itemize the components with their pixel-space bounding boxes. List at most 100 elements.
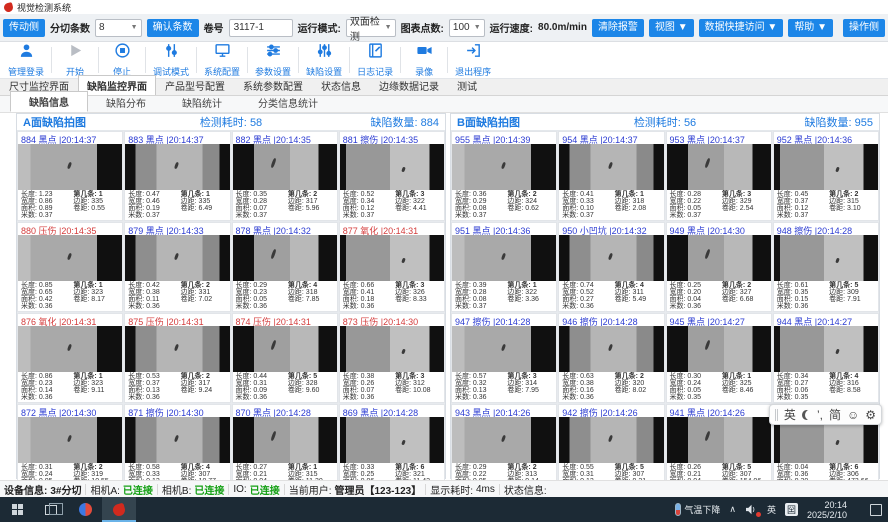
defect-cell-953[interactable]: 953 黑点 |20:14:37长度: 0.28宽度: 0.22面积: 0.05… bbox=[666, 131, 772, 221]
defect-thumbnail[interactable] bbox=[18, 235, 122, 281]
defect-thumbnail[interactable] bbox=[452, 144, 556, 190]
defect-cell-878[interactable]: 878 黑点 |20:14:32长度: 0.29宽度: 0.23面积: 0.05… bbox=[232, 222, 338, 312]
subtab-3[interactable]: 分类信息统计 bbox=[240, 93, 336, 112]
defect-cell-879[interactable]: 879 黑点 |20:14:33长度: 0.42宽度: 0.38面积: 0.11… bbox=[124, 222, 230, 312]
data-quick-access-button[interactable]: 数据快捷访问 ▼ bbox=[699, 19, 784, 37]
defect-cell-952[interactable]: 952 黑点 |20:14:36长度: 0.45宽度: 0.37面积: 0.12… bbox=[773, 131, 879, 221]
defect-cell-877[interactable]: 877 氧化 |20:14:31长度: 0.66宽度: 0.41面积: 0.18… bbox=[339, 222, 445, 312]
ime-grip-handle[interactable] bbox=[775, 409, 778, 421]
defect-thumbnail[interactable] bbox=[667, 235, 771, 281]
defect-cell-944[interactable]: 944 黑点 |20:14:27长度: 0.34宽度: 0.27面积: 0.06… bbox=[773, 313, 879, 403]
defect-cell-883[interactable]: 883 黑点 |20:14:37长度: 0.47宽度: 0.46面积: 0.19… bbox=[124, 131, 230, 221]
defect-cell-875[interactable]: 875 压伤 |20:14:31长度: 0.53宽度: 0.37面积: 0.13… bbox=[124, 313, 230, 403]
tab-5[interactable]: 边缘数据记录 bbox=[370, 75, 448, 95]
defect-cell-876[interactable]: 876 氧化 |20:14:31长度: 0.86宽度: 0.23面积: 0.14… bbox=[17, 313, 123, 403]
drive-side-button[interactable]: 传动侧 bbox=[3, 19, 45, 37]
ime-tray-icon[interactable]: 囶 bbox=[785, 503, 798, 516]
tab-3[interactable]: 系统参数配置 bbox=[234, 75, 312, 95]
action-journal-button[interactable]: 日志记录 bbox=[351, 41, 399, 79]
tab-4[interactable]: 状态信息 bbox=[312, 75, 370, 95]
view-menu-button[interactable]: 视图 ▼ bbox=[649, 19, 694, 37]
subtab-2[interactable]: 缺陷统计 bbox=[164, 93, 240, 112]
tab-2[interactable]: 产品型号配置 bbox=[156, 75, 234, 95]
defect-thumbnail[interactable] bbox=[452, 235, 556, 281]
defect-cell-882[interactable]: 882 黑点 |20:14:35长度: 0.35宽度: 0.28面积: 0.07… bbox=[232, 131, 338, 221]
defect-cell-874[interactable]: 874 压伤 |20:14:31长度: 0.44宽度: 0.31面积: 0.09… bbox=[232, 313, 338, 403]
defect-thumbnail[interactable] bbox=[18, 144, 122, 190]
run-mode-select[interactable]: 双面检测▼ bbox=[346, 19, 396, 37]
volume-button[interactable] bbox=[745, 504, 758, 515]
defect-thumbnail[interactable] bbox=[452, 326, 556, 372]
defect-cell-881[interactable]: 881 擦伤 |20:14:35长度: 0.52宽度: 0.34面积: 0.12… bbox=[339, 131, 445, 221]
emoji-icon[interactable]: ☺ bbox=[847, 409, 859, 421]
ime-lang-toggle[interactable]: 英 bbox=[784, 409, 796, 421]
defect-cell-873[interactable]: 873 压伤 |20:14:30长度: 0.38宽度: 0.26面积: 0.07… bbox=[339, 313, 445, 403]
gear-icon[interactable]: ⚙ bbox=[865, 409, 876, 421]
action-defect-sliders-button[interactable]: 缺陷设置 bbox=[300, 41, 348, 79]
defect-cell-950[interactable]: 950 小凹坑 |20:14:32长度: 0.74宽度: 0.52面积: 0.2… bbox=[558, 222, 664, 312]
defect-cell-949[interactable]: 949 黑点 |20:14:30长度: 0.25宽度: 0.20面积: 0.04… bbox=[666, 222, 772, 312]
defect-thumbnail[interactable] bbox=[667, 417, 771, 463]
defect-thumbnail[interactable] bbox=[559, 144, 663, 190]
action-params-sliders-button[interactable]: 参数设置 bbox=[249, 41, 297, 79]
task-view-button[interactable] bbox=[34, 497, 68, 522]
help-menu-button[interactable]: 帮助 ▼ bbox=[788, 19, 833, 37]
defect-thumbnail[interactable] bbox=[774, 144, 878, 190]
action-camera-button[interactable]: 录像 bbox=[402, 41, 446, 79]
defect-cell-945[interactable]: 945 黑点 |20:14:27长度: 0.30宽度: 0.24面积: 0.05… bbox=[666, 313, 772, 403]
defect-thumbnail[interactable] bbox=[233, 417, 337, 463]
defect-thumbnail[interactable] bbox=[559, 417, 663, 463]
confirm-count-button[interactable]: 确认条数 bbox=[147, 19, 199, 37]
action-play-button[interactable]: 开始 bbox=[53, 41, 97, 79]
defect-thumbnail[interactable] bbox=[125, 326, 229, 372]
defect-thumbnail[interactable] bbox=[18, 326, 122, 372]
defect-thumbnail[interactable] bbox=[667, 326, 771, 372]
tab-6[interactable]: 测试 bbox=[448, 75, 486, 95]
start-button[interactable] bbox=[0, 497, 34, 522]
inspection-app-taskbar-button[interactable] bbox=[102, 497, 136, 522]
clear-alarm-button[interactable]: 清除报警 bbox=[592, 19, 644, 37]
defect-cell-946[interactable]: 946 擦伤 |20:14:28长度: 0.63宽度: 0.38面积: 0.16… bbox=[558, 313, 664, 403]
defect-thumbnail[interactable] bbox=[233, 326, 337, 372]
ime-punct-toggle[interactable]: ’, bbox=[817, 409, 823, 421]
defect-thumbnail[interactable] bbox=[340, 144, 444, 190]
action-user-button[interactable]: 管理登录 bbox=[2, 41, 50, 79]
roll-number-input[interactable]: 3117-1 bbox=[229, 19, 293, 37]
ime-simplified-toggle[interactable]: 简 bbox=[829, 409, 841, 421]
subtab-0[interactable]: 缺陷信息 bbox=[10, 91, 88, 112]
action-center-button[interactable] bbox=[870, 504, 882, 516]
defect-cell-948[interactable]: 948 擦伤 |20:14:28长度: 0.61宽度: 0.35面积: 0.15… bbox=[773, 222, 879, 312]
subtab-1[interactable]: 缺陷分布 bbox=[88, 93, 164, 112]
defect-thumbnail[interactable] bbox=[559, 326, 663, 372]
defect-cell-955[interactable]: 955 黑点 |20:14:39长度: 0.36宽度: 0.29面积: 0.08… bbox=[451, 131, 557, 221]
defect-thumbnail[interactable] bbox=[452, 417, 556, 463]
hidden-icons-button[interactable]: ∧ bbox=[729, 504, 736, 515]
defect-thumbnail[interactable] bbox=[233, 235, 337, 281]
defect-thumbnail[interactable] bbox=[233, 144, 337, 190]
tab-1[interactable]: 缺陷监控界面 bbox=[78, 75, 156, 95]
defect-thumbnail[interactable] bbox=[774, 235, 878, 281]
defect-thumbnail[interactable] bbox=[774, 326, 878, 372]
strip-count-select[interactable]: 8▼ bbox=[95, 19, 142, 37]
defect-cell-947[interactable]: 947 擦伤 |20:14:28长度: 0.57宽度: 0.32面积: 0.13… bbox=[451, 313, 557, 403]
defect-thumbnail[interactable] bbox=[559, 235, 663, 281]
chart-points-select[interactable]: 100▼ bbox=[449, 19, 485, 37]
weather-widget[interactable]: 气温下降 bbox=[675, 503, 720, 516]
defect-thumbnail[interactable] bbox=[125, 144, 229, 190]
clock-widget[interactable]: 20:142025/2/10 bbox=[807, 500, 847, 520]
defect-thumbnail[interactable] bbox=[125, 417, 229, 463]
defect-thumbnail[interactable] bbox=[340, 326, 444, 372]
action-monitor-button[interactable]: 系统配置 bbox=[198, 41, 246, 79]
defect-thumbnail[interactable] bbox=[125, 235, 229, 281]
language-indicator[interactable]: 英 bbox=[767, 503, 776, 516]
defect-thumbnail[interactable] bbox=[340, 417, 444, 463]
defect-cell-951[interactable]: 951 黑点 |20:14:36长度: 0.39宽度: 0.28面积: 0.08… bbox=[451, 222, 557, 312]
operator-side-button[interactable]: 操作侧 bbox=[843, 19, 885, 37]
action-debug-sliders-button[interactable]: 调试模式 bbox=[147, 41, 195, 79]
action-exit-button[interactable]: 退出程序 bbox=[449, 41, 497, 79]
defect-cell-880[interactable]: 880 压伤 |20:14:35长度: 0.85宽度: 0.65面积: 0.42… bbox=[17, 222, 123, 312]
defect-thumbnail[interactable] bbox=[18, 417, 122, 463]
defect-thumbnail[interactable] bbox=[667, 144, 771, 190]
pinned-app-button[interactable] bbox=[68, 497, 102, 522]
defect-cell-954[interactable]: 954 黑点 |20:14:37长度: 0.41宽度: 0.33面积: 0.10… bbox=[558, 131, 664, 221]
